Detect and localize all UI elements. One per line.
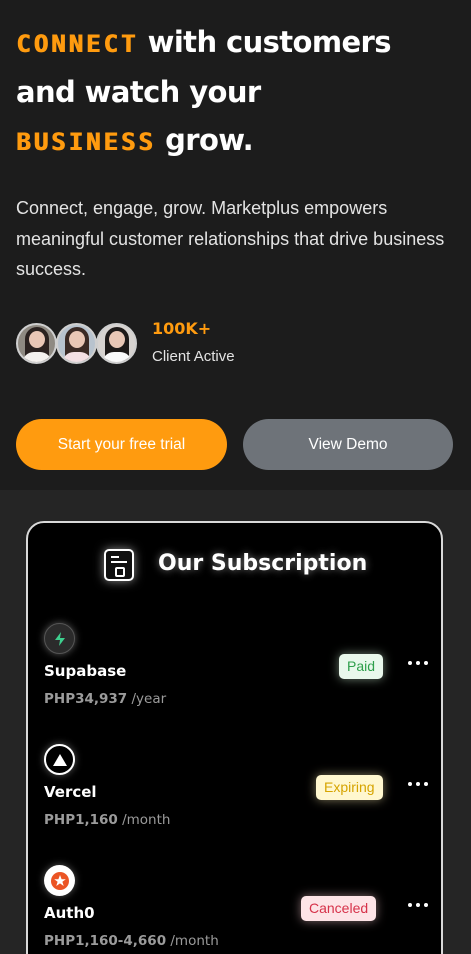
headline-highlight-business: BUSINESS bbox=[16, 128, 156, 156]
client-count: 100K+ bbox=[152, 319, 212, 338]
subscription-price: PHP34,937 /year bbox=[44, 691, 166, 707]
avatar bbox=[96, 323, 137, 364]
price-period: /month bbox=[117, 812, 171, 828]
supabase-bolt-icon bbox=[44, 623, 75, 654]
client-avatars bbox=[16, 323, 146, 365]
vercel-triangle-icon bbox=[44, 744, 75, 775]
more-options-icon[interactable] bbox=[408, 895, 428, 915]
headline-text: and watch your bbox=[16, 75, 261, 109]
headline-highlight-connect: CONNECT bbox=[16, 30, 139, 58]
subscription-name: Vercel bbox=[44, 783, 97, 801]
client-count-label: Client Active bbox=[152, 348, 235, 365]
hero-headline: CONNECT with customers and watch your BU… bbox=[16, 18, 466, 166]
avatar bbox=[56, 323, 97, 364]
subscription-title: Our Subscription bbox=[158, 551, 368, 576]
subscription-item: Vercel PHP1,160 /month Expiring bbox=[44, 744, 429, 854]
status-badge: Paid bbox=[339, 654, 384, 679]
status-badge: Canceled bbox=[301, 896, 377, 921]
price-amount: PHP34,937 bbox=[44, 691, 128, 707]
view-demo-button[interactable]: View Demo bbox=[243, 419, 453, 470]
subscription-item: Supabase PHP34,937 /year Paid bbox=[44, 623, 429, 733]
start-free-trial-button[interactable]: Start your free trial bbox=[16, 419, 227, 470]
invoice-icon bbox=[104, 549, 134, 581]
subscription-name: Supabase bbox=[44, 662, 127, 680]
hero-description: Connect, engage, grow. Marketplus empowe… bbox=[16, 198, 445, 279]
price-amount: PHP1,160-4,660 bbox=[44, 933, 167, 949]
subscription-card: Our Subscription Supabase PHP34,937 /yea… bbox=[26, 521, 443, 954]
subscription-item: Auth0 PHP1,160-4,660 /month Canceled bbox=[44, 865, 429, 954]
price-period: /month bbox=[166, 933, 219, 949]
price-period: /year bbox=[127, 691, 167, 707]
subscription-price: PHP1,160 /month bbox=[44, 812, 170, 828]
hero-section: CONNECT with customers and watch your BU… bbox=[0, 0, 471, 490]
more-options-icon[interactable] bbox=[408, 653, 428, 673]
subscription-price: PHP1,160-4,660 /month bbox=[44, 933, 219, 949]
price-amount: PHP1,160 bbox=[44, 812, 118, 828]
status-badge: Expiring bbox=[316, 775, 383, 800]
headline-text: with customers bbox=[138, 25, 392, 59]
subscription-name: Auth0 bbox=[44, 904, 95, 922]
more-options-icon[interactable] bbox=[408, 774, 428, 794]
avatar bbox=[16, 323, 57, 364]
auth0-star-icon bbox=[44, 865, 75, 896]
headline-text: grow. bbox=[155, 123, 254, 157]
